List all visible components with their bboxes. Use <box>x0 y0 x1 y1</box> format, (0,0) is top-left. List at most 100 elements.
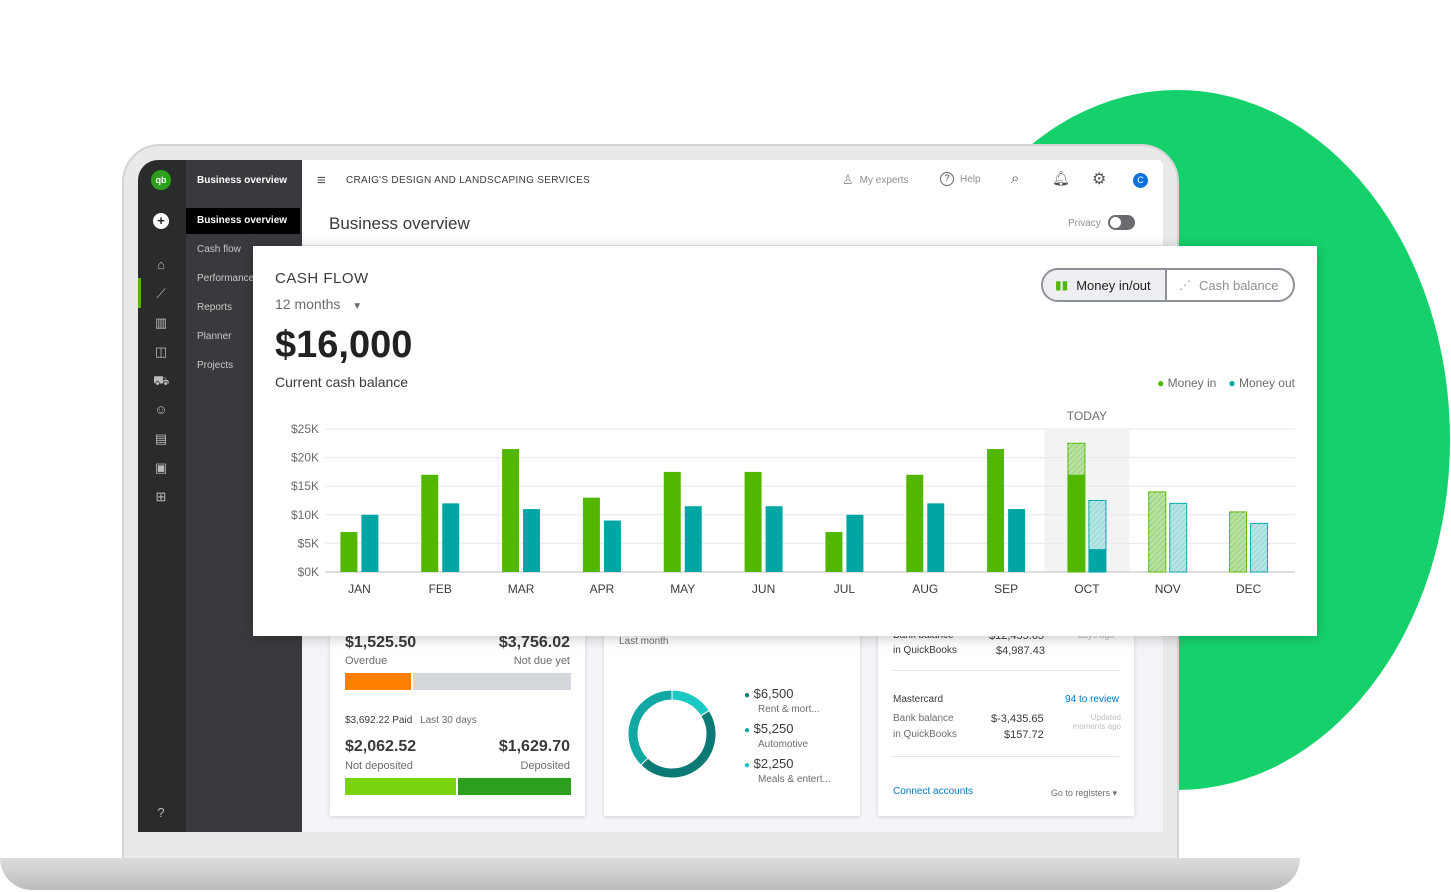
help-icon[interactable]: ? <box>153 805 169 821</box>
sidebar-item-reports[interactable]: Reports <box>197 302 232 313</box>
today-highlight <box>1044 429 1130 572</box>
sidebar-item-business-overview[interactable]: Business overview <box>186 208 300 234</box>
bar <box>442 503 460 572</box>
gear-icon[interactable]: ⚙ <box>1092 169 1106 189</box>
y-tick-label: $15K <box>291 479 319 493</box>
sidebar-item-cash-flow[interactable]: Cash flow <box>197 244 241 255</box>
x-tick-label: DEC <box>1236 582 1262 596</box>
y-tick-label: $5K <box>298 536 319 550</box>
cash-flow-title: CASH FLOW <box>275 270 369 287</box>
money-in-out-tab[interactable]: ▮▮ Money in/out <box>1043 270 1167 300</box>
expenses-card: Last month ● $6,500 Rent & mort... ● $5,25… <box>604 620 860 816</box>
overdue-amount: $1,525.50 <box>345 634 417 651</box>
overdue-label: Overdue <box>345 655 388 667</box>
sales-icon[interactable]: ◫ <box>153 344 169 360</box>
cash-flow-card: CASH FLOW 12 months ▼ $16,000 Current ca… <box>253 246 1317 636</box>
bank-icon[interactable]: ▥ <box>153 315 169 331</box>
bank-balance: $-3,435.65 <box>991 713 1044 725</box>
privacy-label: Privacy <box>1068 218 1101 229</box>
not-deposited-bar[interactable] <box>345 778 456 795</box>
legend-item[interactable]: ● $5,250 Automotive <box>744 721 831 750</box>
bar <box>684 506 702 572</box>
contacts-icon[interactable]: ☺ <box>153 402 169 418</box>
paid-period: Last 30 days <box>420 715 477 726</box>
bar <box>663 471 681 572</box>
today-label: TODAY <box>1067 409 1107 423</box>
bar <box>1008 509 1026 572</box>
bar <box>1088 549 1106 572</box>
x-tick-label: OCT <box>1074 582 1100 596</box>
expenses-period: Last month <box>619 636 669 647</box>
legend-label: Money in <box>1167 376 1217 390</box>
bar <box>582 497 600 572</box>
help-button[interactable]: ? Help <box>940 172 981 186</box>
home-icon[interactable]: ⌂ <box>153 257 169 273</box>
updated-text: Updated moments ago <box>1072 713 1121 731</box>
review-link[interactable]: 94 to review <box>1065 694 1119 705</box>
menu-icon[interactable]: ≡ <box>317 172 326 189</box>
period-dropdown[interactable]: 12 months ▼ <box>275 296 362 312</box>
bar <box>603 520 621 572</box>
projected-hatch <box>1169 503 1187 572</box>
bar <box>502 449 520 572</box>
overdue-bar[interactable] <box>345 673 411 690</box>
x-tick-label: MAY <box>670 582 695 596</box>
bar <box>927 503 945 572</box>
sidebar-item-projects[interactable]: Projects <box>197 360 233 371</box>
x-tick-label: JUL <box>834 582 856 596</box>
cash-balance-tab[interactable]: ⋰ Cash balance <box>1167 270 1293 300</box>
bell-icon[interactable]: 🔔︎ <box>1052 170 1070 187</box>
bar <box>1067 474 1085 572</box>
bar <box>361 514 379 572</box>
caret-down-icon: ▼ <box>352 301 363 312</box>
legend-dot-icon: ● <box>744 725 751 736</box>
legend-item[interactable]: ● $6,500 Rent & mort... <box>744 686 831 715</box>
legend-label: Money out <box>1238 376 1295 390</box>
active-indicator <box>138 278 141 308</box>
deposited-bar[interactable] <box>458 778 571 795</box>
bar <box>987 449 1005 572</box>
expenses-legend: ● $6,500 Rent & mort... ● $5,250 Automotive… <box>744 686 831 791</box>
legend-item[interactable]: ● $2,250 Meals & entert... <box>744 756 831 785</box>
chart-icon[interactable]: ⟋ <box>153 286 169 302</box>
connect-accounts-link[interactable]: Connect accounts <box>893 786 973 797</box>
quickbooks-logo: qb <box>151 170 171 190</box>
deposited-label: Deposited <box>520 760 570 772</box>
bar <box>846 514 864 572</box>
go-to-registers-dropdown[interactable]: Go to registers ▾ <box>1051 788 1117 799</box>
expense-amount: $6,500 <box>753 686 794 701</box>
not-due-bar[interactable] <box>413 673 571 690</box>
bar <box>523 509 541 572</box>
projected-hatch <box>1250 523 1268 572</box>
not-deposited-amount: $2,062.52 <box>345 738 417 755</box>
privacy-toggle[interactable] <box>1108 215 1135 230</box>
avatar[interactable]: C <box>1133 173 1148 188</box>
donut-segment[interactable] <box>627 689 673 766</box>
x-tick-label: FEB <box>429 582 452 596</box>
bar <box>744 471 762 572</box>
my-experts-button[interactable]: ♙ My experts <box>842 172 909 188</box>
divider <box>893 670 1119 671</box>
donut-segment[interactable] <box>671 689 710 717</box>
donut-segment[interactable] <box>640 709 717 779</box>
money-out-dot-icon: ● <box>1228 376 1236 390</box>
apps-icon[interactable]: ⊞ <box>153 489 169 505</box>
top-bar: ≡ CRAIG'S DESIGN AND LANDSCAPING SERVICE… <box>302 160 1163 204</box>
y-tick-label: $25K <box>291 422 319 436</box>
qb-balance: $157.72 <box>1004 729 1044 741</box>
my-experts-label: My experts <box>859 174 909 186</box>
expenses-donut[interactable] <box>618 680 726 788</box>
new-button[interactable]: + <box>153 213 169 229</box>
x-tick-label: NOV <box>1155 582 1181 596</box>
sidebar-item-label: Business overview <box>197 215 288 226</box>
search-icon[interactable]: ⌕ <box>1011 170 1019 187</box>
caret-down-icon: ▾ <box>1112 788 1117 798</box>
sidebar-item-performance[interactable]: Performance <box>197 273 254 284</box>
view-toggle: ▮▮ Money in/out ⋰ Cash balance <box>1041 268 1295 302</box>
reports-icon[interactable]: ▤ <box>153 431 169 447</box>
cart-icon[interactable]: ⛟ <box>153 373 169 389</box>
invoices-card: $1,525.50 $3,756.02 Overdue Not due yet … <box>330 620 585 816</box>
bar <box>421 474 439 572</box>
payroll-icon[interactable]: ▣ <box>153 460 169 476</box>
sidebar-item-planner[interactable]: Planner <box>197 331 231 342</box>
